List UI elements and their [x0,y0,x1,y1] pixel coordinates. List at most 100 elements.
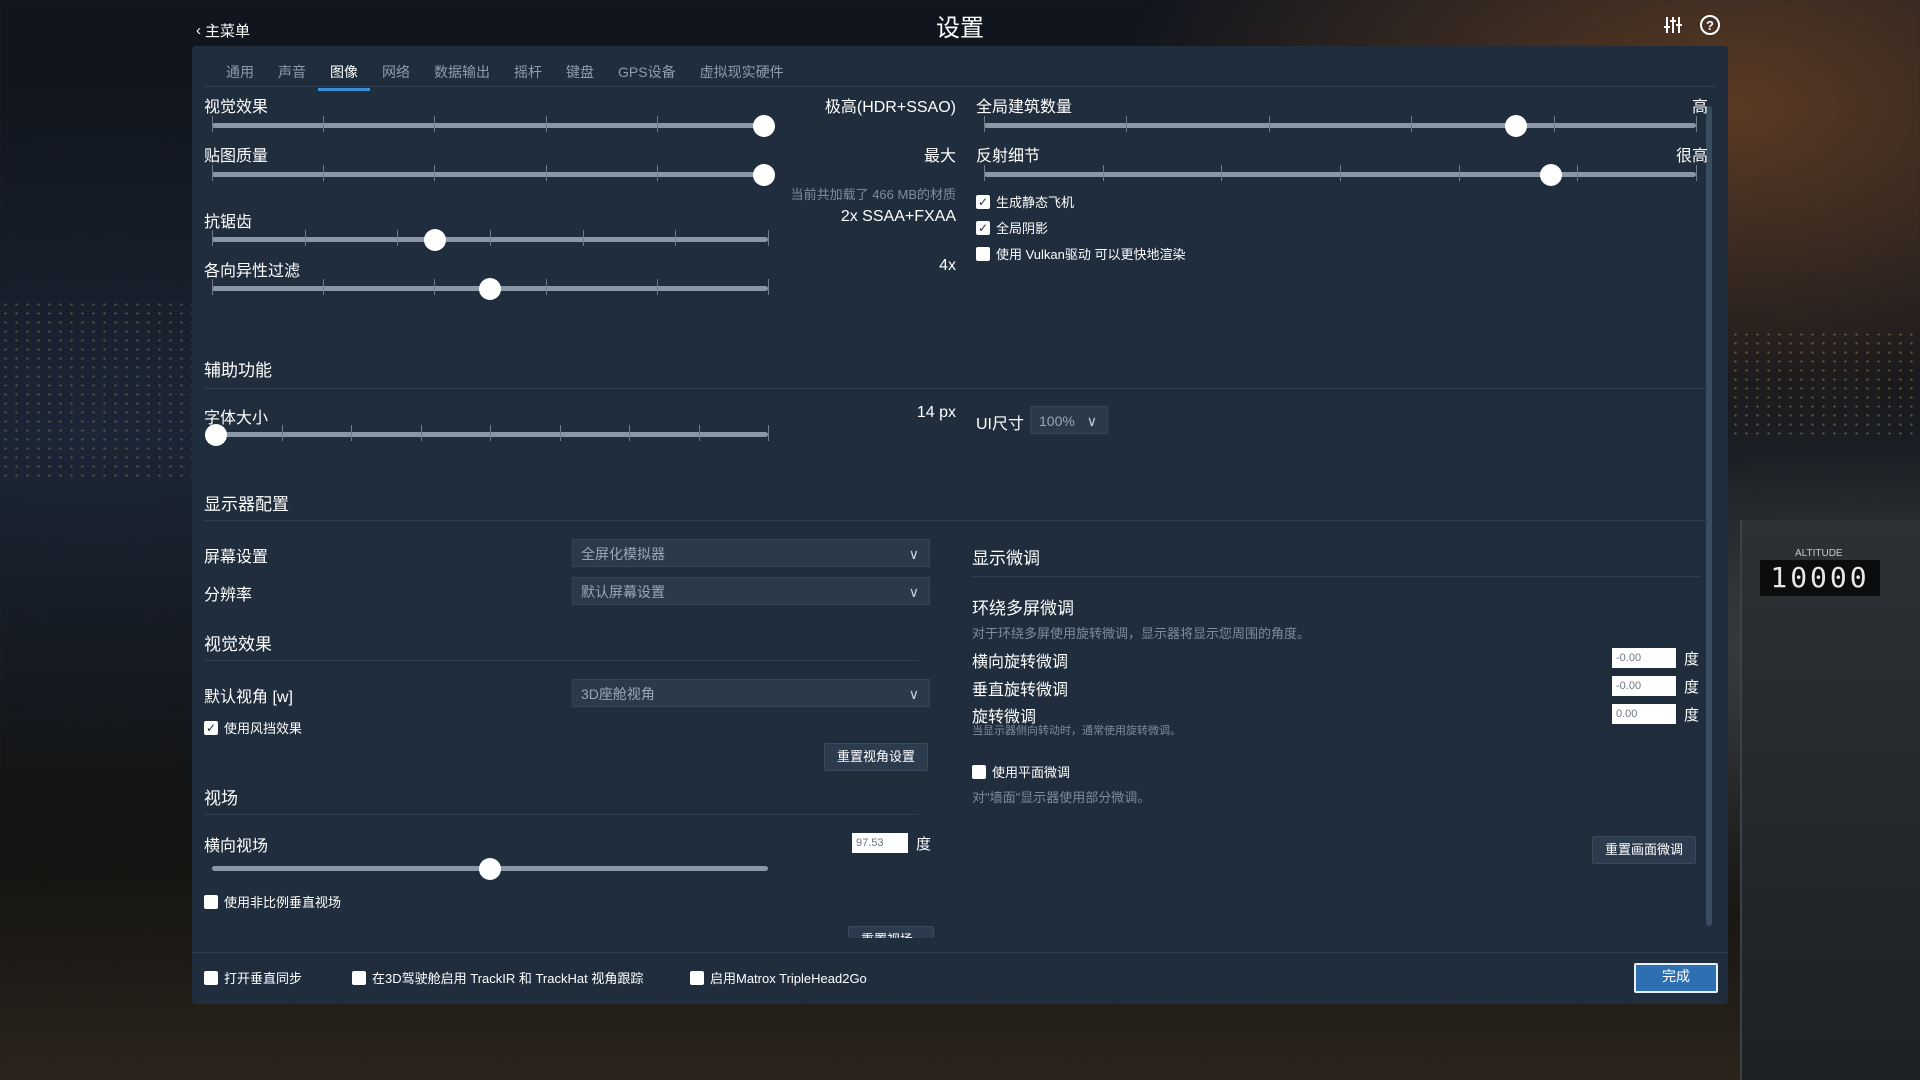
slider-tick [1554,116,1555,132]
reset-tuning-button[interactable]: 重置画面微调 [1592,836,1697,864]
static-aircraft-checkbox[interactable]: ✓ 生成静态飞机 [976,192,1074,211]
resolution-select[interactable]: 默认屏幕设置 ∨ [572,577,930,605]
slider-tick [1577,165,1578,181]
slider-thumb[interactable] [1505,115,1527,137]
hfov-slider[interactable] [212,858,768,880]
cockpit-panel-bg [1740,520,1920,1080]
flat-tuning-label: 使用平面微调 [992,765,1071,780]
slider-tick [212,116,213,132]
hfov-unit: 度 [916,836,932,853]
slider-tick [583,230,584,246]
slider-tick [984,165,985,181]
default-view-value: 3D座舱视角 [581,686,655,702]
footer-divider [192,952,1728,953]
anisotropic-slider[interactable] [212,278,769,300]
ui-size-label: UI尺寸 [976,416,1025,433]
slider-tick [1340,165,1341,181]
slider-thumb[interactable] [479,858,501,880]
done-button[interactable]: 完成 [1634,963,1718,993]
slider-tick [699,425,700,441]
reflection-detail-slider[interactable] [984,164,1697,186]
scrollbar[interactable] [1706,106,1712,926]
slider-track[interactable] [212,123,768,128]
nonproportional-vfov-checkbox[interactable]: 使用非比例垂直视场 [204,892,341,911]
slider-tick [282,425,283,441]
hfov-label: 横向视场 [204,838,269,855]
slider-tick [1126,116,1127,132]
windshield-checkbox[interactable]: ✓ 使用风挡效果 [204,718,302,737]
city-lights-left [0,300,200,480]
global-shadows-checkbox[interactable]: ✓ 全局阴影 [976,218,1048,237]
windshield-label: 使用风挡效果 [224,721,303,736]
settings-panel: 通用 声音 图像 网络 数据输出 摇杆 键盘 GPS设备 虚拟现实硬件 视觉效果… [192,46,1728,1004]
slider-thumb[interactable] [479,278,501,300]
slider-tick [490,230,491,246]
slider-tick [323,279,324,295]
divider [972,576,1700,577]
slider-track[interactable] [212,172,768,177]
horizontal-rotation-unit: 度 [1684,651,1700,668]
slider-tick [323,165,324,181]
vertical-rotation-input[interactable]: -0.00 [1612,676,1676,696]
font-size-value: 14 px [916,404,956,421]
antialiasing-slider[interactable] [212,229,769,251]
visual-effects-slider[interactable] [212,115,775,137]
tab-divider [204,86,1716,87]
building-density-slider[interactable] [984,115,1697,137]
checkbox-unchecked-icon [352,970,366,985]
texture-memory-note: 当前共加载了 466 MB的材质 [790,187,956,202]
horizontal-rotation-label: 横向旋转微调 [972,654,1069,671]
page-title: 设置 [936,15,984,42]
slider-tick [351,425,352,441]
slider-thumb[interactable] [1540,164,1562,186]
ui-size-select[interactable]: 100% ∨ [1030,406,1108,434]
font-size-slider[interactable] [205,424,769,446]
slider-thumb[interactable] [205,424,227,446]
vulkan-checkbox[interactable]: 使用 Vulkan驱动 可以更快地渲染 [976,244,1186,263]
slider-tick [212,279,213,295]
slider-tick [212,230,213,246]
vsync-checkbox[interactable]: 打开垂直同步 [204,968,302,987]
checkbox-checked-icon: ✓ [204,720,218,735]
building-density-label: 全局建筑数量 [976,99,1073,116]
slider-tick [1269,116,1270,132]
slider-tick [984,116,985,132]
slider-thumb[interactable] [753,164,775,186]
scrollbar-thumb[interactable] [1706,106,1712,926]
static-aircraft-label: 生成静态飞机 [996,195,1075,210]
slider-tick [1459,165,1460,181]
matrox-checkbox[interactable]: 启用Matrox TripleHead2Go [690,968,867,987]
ui-size-value: 100% [1039,413,1075,429]
horizontal-rotation-input[interactable]: -0.00 [1612,648,1676,668]
sliders-icon[interactable] [1662,14,1684,36]
slider-tick [560,425,561,441]
texture-quality-slider[interactable] [212,164,775,186]
slider-tick [434,116,435,132]
hfov-input[interactable]: 97.53 [852,833,908,853]
default-view-select[interactable]: 3D座舱视角 ∨ [572,679,930,707]
reset-fov-clip: 重置视场 [848,926,934,938]
slider-tick [1696,116,1697,132]
anisotropic-value: 4x [939,257,956,274]
monitor-section-title: 显示器配置 [204,495,289,514]
trackir-checkbox[interactable]: 在3D驾驶舱启用 TrackIR 和 TrackHat 视角跟踪 [352,968,643,987]
reset-fov-button[interactable]: 重置视场 [848,926,934,938]
slider-track[interactable] [984,123,1696,128]
screen-setting-select[interactable]: 全屏化模拟器 ∨ [572,539,930,567]
slider-thumb[interactable] [753,115,775,137]
slider-tick [546,279,547,295]
rotation-input[interactable]: 0.00 [1612,704,1676,724]
flat-tuning-checkbox[interactable]: 使用平面微调 [972,762,1070,781]
chevron-down-icon: ∨ [908,584,919,600]
vertical-rotation-unit: 度 [1684,679,1700,696]
help-icon[interactable]: ? [1700,15,1720,35]
reset-view-button[interactable]: 重置视角设置 [824,743,929,771]
chevron-down-icon: ∨ [908,546,919,562]
slider-tick [323,116,324,132]
slider-thumb[interactable] [424,229,446,251]
vsync-label: 打开垂直同步 [224,971,303,986]
divider [204,814,918,815]
default-view-label: 默认视角 [w] [204,689,293,706]
slider-tick [490,425,491,441]
slider-tick [546,165,547,181]
